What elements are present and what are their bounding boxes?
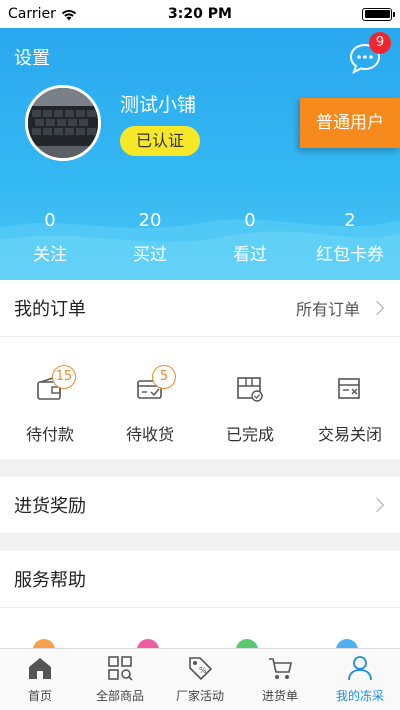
order-badge: 15 xyxy=(52,365,76,389)
tab-label: 全部商品 xyxy=(95,689,144,703)
stat-label: 红包卡券 xyxy=(316,245,384,265)
stat-bought[interactable]: 20 买过 xyxy=(100,210,200,265)
status-bar: Carrier 3:20 PM xyxy=(0,0,400,28)
tab-label: 进货单 xyxy=(261,689,298,703)
tab-label: 首页 xyxy=(27,689,52,703)
tab-purchase-list[interactable]: 进货单 xyxy=(240,649,320,710)
tab-all-products[interactable]: 全部商品 xyxy=(80,649,160,710)
divider xyxy=(0,607,400,608)
avatar[interactable] xyxy=(25,85,101,161)
stats-row: 0 关注 20 买过 0 看过 2 红包卡券 xyxy=(0,210,400,265)
grid-icon xyxy=(108,656,133,681)
shop-name: 测试小铺 xyxy=(120,94,197,116)
orders-section: 我的订单 所有订单 15 待付款 5 待收货 已完成 交易关闭 xyxy=(0,280,400,459)
stat-value: 0 xyxy=(244,210,256,231)
reward-title: 进货奖励 xyxy=(14,496,86,517)
cart-icon xyxy=(269,658,292,679)
stat-viewed[interactable]: 0 看过 xyxy=(200,210,300,265)
home-icon xyxy=(29,658,51,679)
user-type-button[interactable]: 普通用户 xyxy=(300,98,400,148)
stat-label: 买过 xyxy=(133,245,167,265)
service-header: 服务帮助 xyxy=(0,551,400,607)
tab-home[interactable]: 首页 xyxy=(0,649,80,710)
order-label: 待付款 xyxy=(25,425,74,444)
settings-button[interactable]: 设置 xyxy=(14,44,50,70)
chevron-right-icon xyxy=(369,497,385,513)
stat-value: 20 xyxy=(138,210,162,231)
all-orders-link[interactable]: 所有订单 xyxy=(296,296,360,320)
service-icon-pink[interactable] xyxy=(137,639,159,648)
orders-header[interactable]: 我的订单 所有订单 xyxy=(0,280,400,336)
avatar-image xyxy=(28,88,98,158)
closed-box-icon xyxy=(338,378,360,399)
stat-value: 2 xyxy=(344,210,356,231)
stat-label: 看过 xyxy=(233,245,267,265)
stat-follow[interactable]: 0 关注 xyxy=(0,210,100,265)
user-icon xyxy=(348,656,372,681)
order-label: 已完成 xyxy=(225,425,274,444)
wifi-icon xyxy=(61,9,76,20)
order-status-row: 15 待付款 5 待收货 已完成 交易关闭 xyxy=(0,337,400,459)
stat-label: 关注 xyxy=(33,245,67,265)
message-badge: 9 xyxy=(369,32,391,54)
svg-text:%: % xyxy=(199,666,207,675)
profile-header: 设置 9 测试小铺 已认证 普通用户 0 关注 20 买过 0 看过 2 红包卡… xyxy=(0,28,400,280)
service-icon-green[interactable] xyxy=(236,639,258,648)
service-icon-orange[interactable] xyxy=(33,639,55,648)
service-icons-row xyxy=(0,636,400,648)
tab-bar: 首页 全部商品 % 厂家活动 进货单 我的冻采 xyxy=(0,648,400,710)
service-section: 服务帮助 xyxy=(0,551,400,636)
tab-vendor-activity[interactable]: % 厂家活动 xyxy=(160,649,240,710)
reward-row[interactable]: 进货奖励 xyxy=(0,477,400,533)
orders-title: 我的订单 xyxy=(14,299,86,320)
carrier-label: Carrier xyxy=(8,6,56,22)
service-title: 服务帮助 xyxy=(14,570,86,591)
tab-my-account[interactable]: 我的冻采 xyxy=(320,649,400,710)
box-check-icon xyxy=(237,377,263,402)
tab-label: 我的冻采 xyxy=(335,689,384,703)
service-icon-blue[interactable] xyxy=(336,639,358,648)
order-badge: 5 xyxy=(152,365,176,389)
order-completed[interactable]: 已完成 xyxy=(200,337,300,459)
stat-value: 0 xyxy=(44,210,56,231)
tag-icon: % xyxy=(189,657,213,681)
order-pending-payment[interactable]: 15 待付款 xyxy=(0,337,100,459)
tab-label: 厂家活动 xyxy=(175,689,224,703)
order-closed[interactable]: 交易关闭 xyxy=(300,337,400,459)
order-pending-receipt[interactable]: 5 待收货 xyxy=(100,337,200,459)
order-label: 交易关闭 xyxy=(317,425,382,444)
stat-coupons[interactable]: 2 红包卡券 xyxy=(300,210,400,265)
order-label: 待收货 xyxy=(125,425,174,444)
verified-badge: 已认证 xyxy=(120,126,200,156)
chevron-right-icon xyxy=(369,300,385,316)
battery-icon xyxy=(362,7,395,21)
reward-section: 进货奖励 xyxy=(0,477,400,533)
